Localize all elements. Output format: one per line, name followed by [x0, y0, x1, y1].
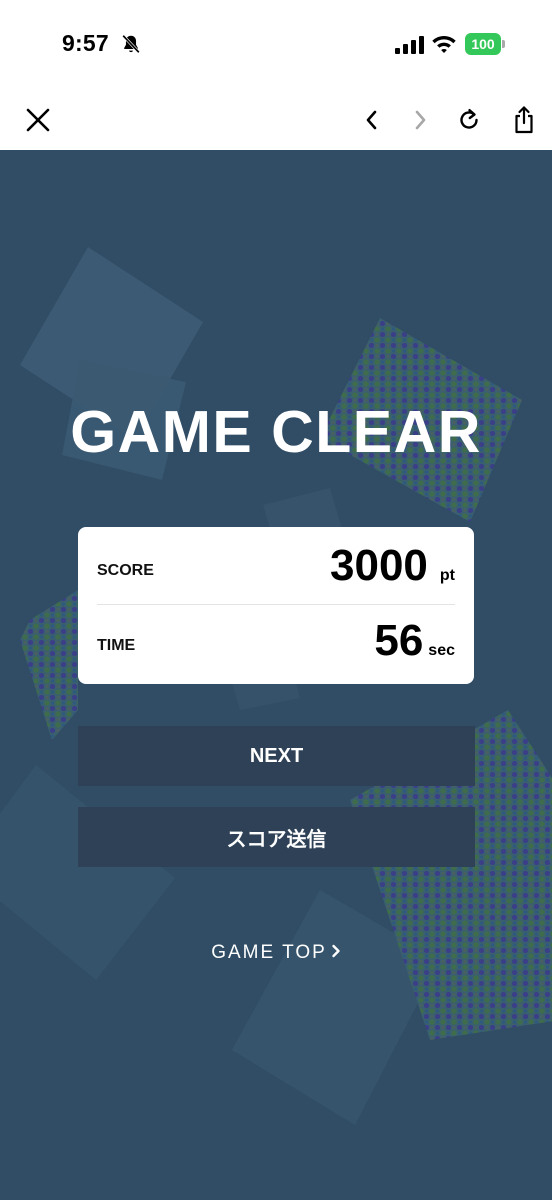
battery-level: 100 — [465, 33, 501, 55]
status-bar: 9:57 100 — [0, 0, 552, 90]
game-screen: GAME CLEAR SCORE 3000 pt TIME 56 sec NEX… — [0, 150, 552, 1200]
send-score-button[interactable]: スコア送信 — [78, 807, 475, 867]
share-icon — [515, 106, 533, 134]
time-value: 56 — [374, 616, 424, 665]
back-button[interactable] — [352, 100, 392, 140]
forward-button[interactable] — [400, 100, 440, 140]
close-button[interactable] — [18, 100, 58, 140]
bell-slash-icon — [122, 34, 140, 54]
status-time: 9:57 — [62, 30, 109, 56]
back-chevron-icon — [366, 110, 377, 130]
time-unit: sec — [428, 642, 455, 659]
battery-cap — [502, 40, 505, 48]
game-clear-title: GAME CLEAR — [70, 399, 482, 465]
time-label: TIME — [97, 637, 136, 654]
time-value-group: 56 sec — [374, 616, 455, 666]
score-label: SCORE — [97, 562, 154, 579]
chevron-right-icon — [332, 944, 340, 958]
result-card: SCORE 3000 pt TIME 56 sec — [78, 527, 474, 684]
game-top-link[interactable]: GAME TOP — [0, 942, 552, 964]
close-icon — [26, 108, 50, 132]
score-value: 3000 — [330, 541, 428, 590]
reload-button[interactable] — [449, 100, 489, 140]
time-row: TIME 56 sec — [97, 606, 455, 684]
forward-chevron-icon — [415, 110, 426, 130]
share-button[interactable] — [504, 100, 544, 140]
next-button[interactable]: NEXT — [78, 726, 475, 786]
reload-icon — [460, 109, 478, 129]
score-unit: pt — [439, 567, 455, 584]
battery-icon: 100 — [465, 33, 505, 55]
score-value-group: 3000 pt — [330, 541, 455, 591]
wifi-icon — [432, 36, 456, 53]
score-row: SCORE 3000 pt — [97, 527, 455, 605]
browser-toolbar — [0, 90, 552, 150]
game-top-label: GAME TOP — [211, 942, 327, 963]
cellular-signal-icon — [395, 36, 424, 54]
